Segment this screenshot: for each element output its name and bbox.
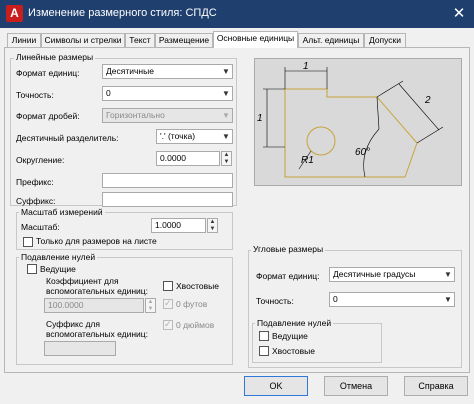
sub-unit-factor-input[interactable]: 100.0000 [44, 298, 144, 313]
sub-unit-factor-label: Коэффициент для вспомогательных единиц: [46, 276, 148, 296]
tab-fit[interactable]: Размещение [155, 33, 213, 47]
zero-suppression-label: Подавление нулей [19, 252, 98, 262]
tab-symbols-arrows[interactable]: Символы и стрелки [41, 33, 125, 47]
precision-dropdown[interactable]: 0 ▼ [102, 86, 233, 101]
chevron-down-icon: ▼ [222, 89, 230, 98]
chevron-down-icon: ▼ [222, 67, 230, 76]
suffix-label: Суффикс: [16, 196, 56, 206]
leading-zeros-checkbox[interactable] [27, 264, 37, 274]
fraction-format-dropdown: Горизонтально ▼ [102, 108, 233, 123]
spin-up-icon[interactable]: ▲ [208, 219, 217, 225]
angular-trailing-zeros-checkbox[interactable] [259, 346, 269, 356]
preview-dim-lines [263, 67, 444, 178]
round-off-spinner[interactable]: ▲ ▼ [221, 151, 232, 166]
fraction-format-value: Горизонтально [106, 110, 165, 120]
preview-dim-radius: R1 [301, 155, 314, 166]
zero-inches-checkbox[interactable] [163, 319, 173, 330]
dialog-window: A Изменение размерного стиля: СПДС ✕ Лин… [0, 0, 474, 404]
preview-pane: 1 1 2 R1 60° [254, 58, 462, 186]
preview-dim-left: 1 [257, 113, 263, 124]
angular-unit-format-dropdown[interactable]: Десятичные градусы ▼ [329, 267, 455, 282]
angular-dimensions-label: Угловые размеры [251, 244, 326, 254]
prefix-label: Префикс: [16, 177, 54, 187]
angular-precision-dropdown[interactable]: 0 ▼ [329, 292, 455, 307]
angular-precision-label: Точность: [256, 296, 294, 306]
cancel-button[interactable]: Отмена [324, 376, 388, 396]
chevron-down-icon: ▼ [444, 270, 452, 279]
angular-unit-format-value: Десятичные градусы [333, 269, 416, 279]
spin-up-icon[interactable]: ▲ [146, 299, 155, 305]
scale-factor-label: Масштаб: [21, 222, 60, 232]
preview-dim-right: 2 [424, 95, 431, 106]
spin-down-icon[interactable]: ▼ [146, 306, 155, 312]
preview-dim-top: 1 [303, 61, 309, 72]
measurement-scale-label: Масштаб измерений [19, 207, 105, 217]
angular-leading-zeros-label: Ведущие [272, 331, 308, 341]
angular-unit-format-label: Формат единиц: [256, 271, 320, 281]
spin-down-icon[interactable]: ▼ [208, 226, 217, 232]
preview-dim-angle: 60° [355, 147, 370, 158]
zero-feet-checkbox[interactable] [163, 298, 173, 309]
tab-text[interactable]: Текст [125, 33, 155, 47]
round-off-label: Округление: [16, 155, 65, 165]
tab-tolerances[interactable]: Допуски [364, 33, 406, 47]
trailing-zeros-label: Хвостовые [176, 281, 219, 291]
sub-unit-factor-spinner[interactable]: ▲ ▼ [145, 298, 156, 313]
trailing-zeros-checkbox[interactable] [163, 281, 173, 291]
dimension-preview-drawing: 1 1 2 R1 60° [257, 61, 444, 178]
chevron-down-icon: ▼ [444, 295, 452, 304]
layout-only-checkbox[interactable] [23, 237, 33, 247]
precision-label: Точность: [16, 90, 54, 100]
round-off-input[interactable]: 0.0000 [156, 151, 220, 166]
fraction-format-label: Формат дробей: [16, 111, 80, 121]
decimal-separator-dropdown[interactable]: '.' (точка) ▼ [156, 129, 233, 144]
prefix-input[interactable] [102, 173, 233, 188]
zero-feet-label: 0 футов [176, 299, 208, 309]
tab-lines[interactable]: Линии [7, 33, 41, 47]
layout-only-label: Только для размеров на листе [36, 236, 157, 246]
spin-up-icon[interactable]: ▲ [222, 152, 231, 158]
scale-factor-spinner[interactable]: ▲ ▼ [207, 218, 218, 233]
chevron-down-icon: ▼ [222, 111, 230, 120]
angular-precision-value: 0 [333, 294, 338, 304]
help-button[interactable]: Справка [404, 376, 468, 396]
angular-leading-zeros-checkbox[interactable] [259, 331, 269, 341]
unit-format-dropdown[interactable]: Десятичные ▼ [102, 64, 233, 79]
window-title: Изменение размерного стиля: СПДС [28, 7, 217, 19]
angular-zero-suppression-label: Подавление нулей [255, 318, 334, 328]
leading-zeros-label: Ведущие [40, 264, 76, 274]
decimal-separator-label: Десятичный разделитель: [16, 133, 119, 143]
close-icon[interactable]: ✕ [446, 2, 472, 26]
linear-dimensions-label: Линейные размеры [14, 52, 96, 62]
chevron-down-icon: ▼ [222, 132, 230, 141]
unit-format-label: Формат единиц: [16, 68, 80, 78]
spin-down-icon[interactable]: ▼ [222, 159, 231, 165]
ok-button[interactable]: OK [244, 376, 308, 396]
autocad-logo-icon: A [6, 5, 23, 22]
sub-unit-suffix-label: Суффикс для вспомогательных единиц: [46, 319, 148, 339]
suffix-input[interactable] [102, 192, 233, 207]
angular-zero-suppression-group [252, 323, 382, 363]
zero-inches-label: 0 дюймов [176, 320, 215, 330]
precision-value: 0 [106, 88, 111, 98]
title-bar[interactable]: A Изменение размерного стиля: СПДС ✕ [0, 0, 474, 28]
angular-trailing-zeros-label: Хвостовые [272, 346, 315, 356]
decimal-separator-value: '.' (точка) [160, 131, 196, 141]
scale-factor-input[interactable]: 1.0000 [151, 218, 206, 233]
tab-primary-units[interactable]: Основные единицы [213, 31, 298, 48]
tab-alternate-units[interactable]: Альт. единицы [298, 33, 364, 47]
sub-unit-suffix-input[interactable] [44, 341, 116, 356]
unit-format-value: Десятичные [106, 66, 154, 76]
